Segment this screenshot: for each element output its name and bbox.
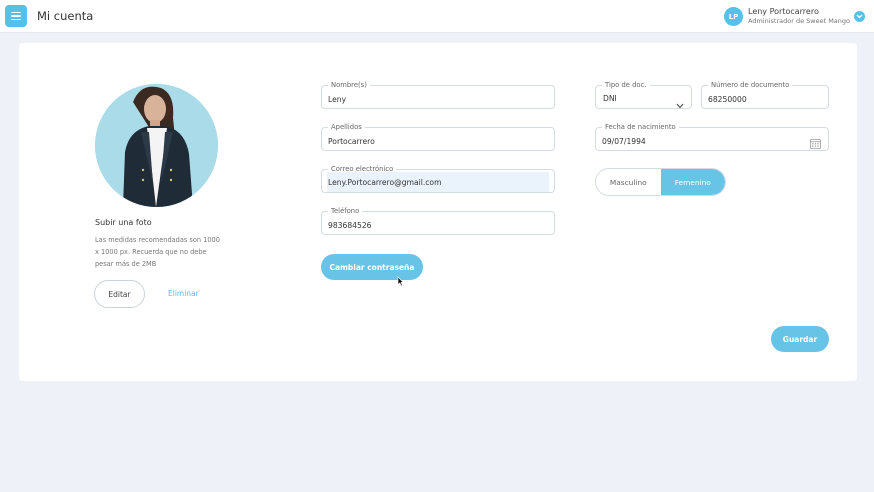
nombres-input[interactable] [328,93,548,105]
correo-field: Correo electrónico [321,164,555,193]
chevron-down-icon [676,94,684,113]
mouse-cursor-icon [397,272,404,291]
apellidos-field: Apellidos [321,122,555,151]
user-menu-chevron-icon[interactable] [854,11,865,22]
page-title: Mi cuenta [37,9,94,23]
nombres-field: Nombre(s) [321,80,555,109]
user-name[interactable]: Leny Portocarrero [748,7,819,16]
user-role: Administrador de Sweet Mango [748,17,851,25]
top-bar: Mi cuenta LP Leny Portocarrero Administr… [0,0,874,33]
telefono-input[interactable] [328,219,548,231]
fecha-nacimiento-input[interactable] [602,135,822,147]
hamburger-menu-button[interactable] [5,5,27,27]
menu-icon-line [11,11,21,14]
person-photo-icon [95,84,218,207]
telefono-field: Teléfono [321,206,555,235]
calendar-icon[interactable] [810,134,821,153]
menu-icon-line [11,15,21,17]
profile-photo [95,84,218,207]
gender-toggle: Masculino Femenino [595,168,726,196]
user-avatar[interactable]: LP [724,7,743,26]
numero-doc-label: Número de documento [708,80,793,90]
tipo-doc-field[interactable]: Tipo de doc. DNI [595,80,692,109]
edit-photo-button[interactable]: Editar [94,280,145,308]
fecha-nacimiento-field: Fecha de nacimiento [595,122,829,153]
numero-doc-input[interactable] [708,93,822,105]
change-password-button[interactable]: Cambiar contraseña [321,254,423,280]
apellidos-input[interactable] [328,135,548,147]
correo-input[interactable] [327,172,549,192]
upload-photo-title: Subir una foto [95,218,152,227]
tipo-doc-label: Tipo de doc. [602,80,650,90]
gender-option-femenino[interactable]: Femenino [660,169,725,195]
save-button[interactable]: Guardar [771,326,829,352]
nombres-label: Nombre(s) [328,80,370,90]
numero-doc-field: Número de documento [701,80,829,109]
menu-icon-line [11,18,21,21]
apellidos-label: Apellidos [328,122,365,132]
delete-photo-link[interactable]: Eliminar [168,289,199,298]
fecha-nacimiento-label: Fecha de nacimiento [602,122,679,132]
upload-photo-hint: Las medidas recomendadas son 1000 x 1000… [95,236,220,268]
gender-option-masculino[interactable]: Masculino [596,169,661,195]
telefono-label: Teléfono [328,206,363,216]
tipo-doc-value: DNI [603,94,617,103]
